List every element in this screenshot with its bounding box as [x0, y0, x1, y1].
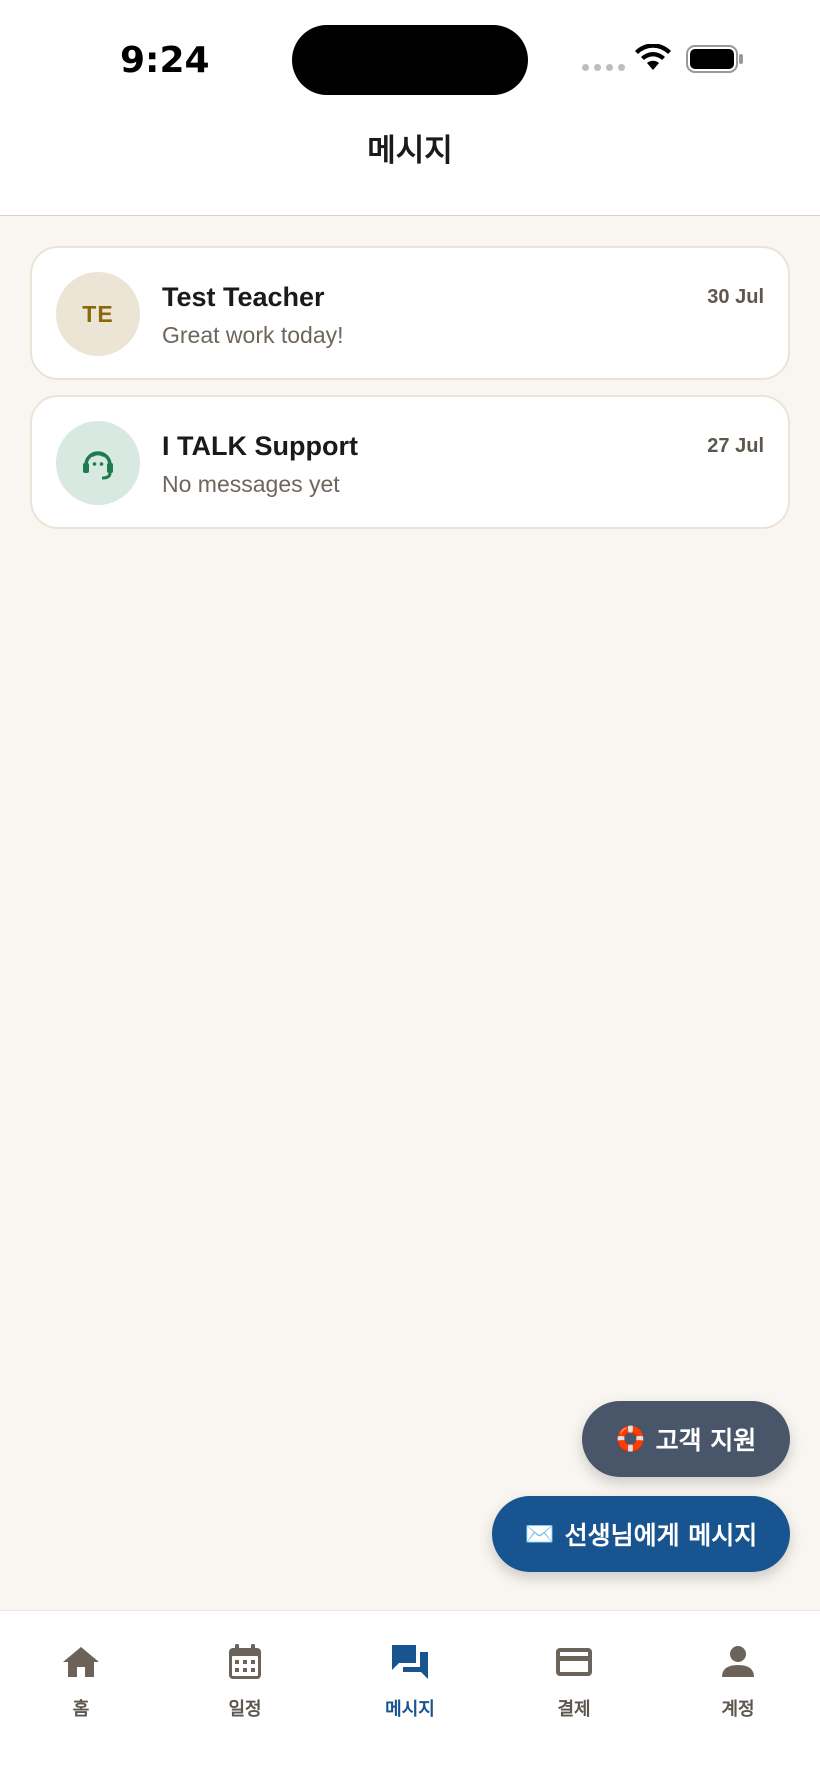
calendar-icon [229, 1644, 261, 1679]
message-teacher-label: 선생님에게 메시지 [564, 1521, 758, 1550]
conversation-item-test-teacher[interactable]: TE Test Teacher Great work today! 30 Jul [30, 246, 790, 380]
conversation-list: TE Test Teacher Great work today! 30 Jul… [30, 246, 790, 544]
tab-label: 메시지 [385, 1699, 435, 1720]
headset-icon [83, 451, 113, 480]
tab-label: 계정 [721, 1699, 755, 1720]
tab-messages[interactable]: 메시지 [350, 1641, 470, 1721]
conversation-name: Test Teacher [162, 282, 325, 312]
person-icon [722, 1646, 754, 1677]
credit-card-icon [556, 1648, 592, 1676]
page-header: 메시지 [0, 110, 820, 216]
wifi-icon [635, 44, 671, 70]
chat-icon [392, 1645, 428, 1679]
conversation-date: 30 Jul [707, 286, 764, 308]
bottom-tab-bar: 홈 일정 메시지 결제 계정 [0, 1610, 820, 1782]
message-teacher-button[interactable]: ✉️ 선생님에게 메시지 [492, 1496, 790, 1572]
lifebuoy-icon: 🛟 [615, 1425, 646, 1453]
tab-home[interactable]: 홈 [21, 1641, 141, 1721]
conversation-name: I TALK Support [162, 431, 358, 461]
battery-icon [686, 45, 743, 73]
customer-support-label: 고객 지원 [655, 1426, 757, 1455]
tab-label: 일정 [228, 1699, 262, 1720]
tab-label: 홈 [72, 1699, 90, 1720]
conversation-item-support[interactable]: I TALK Support No messages yet 27 Jul [30, 395, 790, 529]
avatar-initials: TE [82, 300, 114, 327]
home-icon [63, 1647, 99, 1677]
tab-account[interactable]: 계정 [678, 1641, 798, 1721]
envelope-icon: ✉️ [524, 1520, 555, 1548]
cellular-signal-icon [582, 64, 625, 71]
conversation-date: 27 Jul [707, 435, 764, 457]
status-bar: 9:24 [0, 0, 820, 110]
customer-support-button[interactable]: 🛟 고객 지원 [582, 1401, 790, 1477]
page-title: 메시지 [367, 133, 453, 169]
avatar [56, 421, 140, 505]
tab-schedule[interactable]: 일정 [185, 1641, 305, 1721]
status-time: 9:24 [120, 40, 210, 81]
dynamic-island [292, 25, 528, 95]
avatar: TE [56, 272, 140, 356]
tab-payments[interactable]: 결제 [514, 1641, 634, 1721]
tab-label: 결제 [557, 1699, 591, 1720]
conversation-preview: No messages yet [162, 471, 340, 497]
conversation-preview: Great work today! [162, 322, 344, 348]
